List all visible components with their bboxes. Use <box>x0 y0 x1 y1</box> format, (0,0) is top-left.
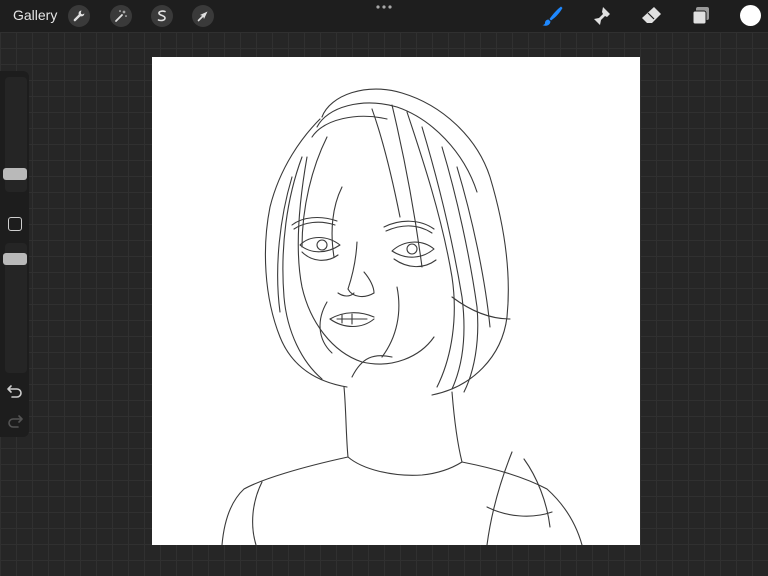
more-options-icon[interactable] <box>374 2 394 12</box>
actions-button[interactable] <box>68 5 90 27</box>
layers-icon[interactable] <box>689 4 713 28</box>
gallery-button[interactable]: Gallery <box>13 7 57 23</box>
portrait-sketch <box>221 88 583 545</box>
wrench-icon <box>73 10 85 22</box>
opacity-slider[interactable] <box>3 253 27 265</box>
drawing-canvas[interactable] <box>152 57 640 545</box>
color-picker-swatch[interactable] <box>740 5 761 26</box>
eraser-icon[interactable] <box>639 4 663 28</box>
transform-button[interactable] <box>192 5 214 27</box>
modify-button[interactable] <box>8 217 22 231</box>
top-toolbar: Gallery <box>0 0 768 32</box>
selection-icon <box>157 10 166 22</box>
brush-size-slider[interactable] <box>3 168 27 180</box>
adjustments-button[interactable] <box>110 5 132 27</box>
selection-button[interactable] <box>151 5 173 27</box>
transform-arrow-icon <box>197 11 208 22</box>
brush-icon[interactable] <box>540 4 564 28</box>
undo-icon[interactable] <box>6 383 24 399</box>
left-sidebar <box>0 71 29 437</box>
smudge-icon[interactable] <box>589 4 613 28</box>
redo-icon[interactable] <box>6 413 24 429</box>
magic-wand-icon <box>115 10 127 22</box>
